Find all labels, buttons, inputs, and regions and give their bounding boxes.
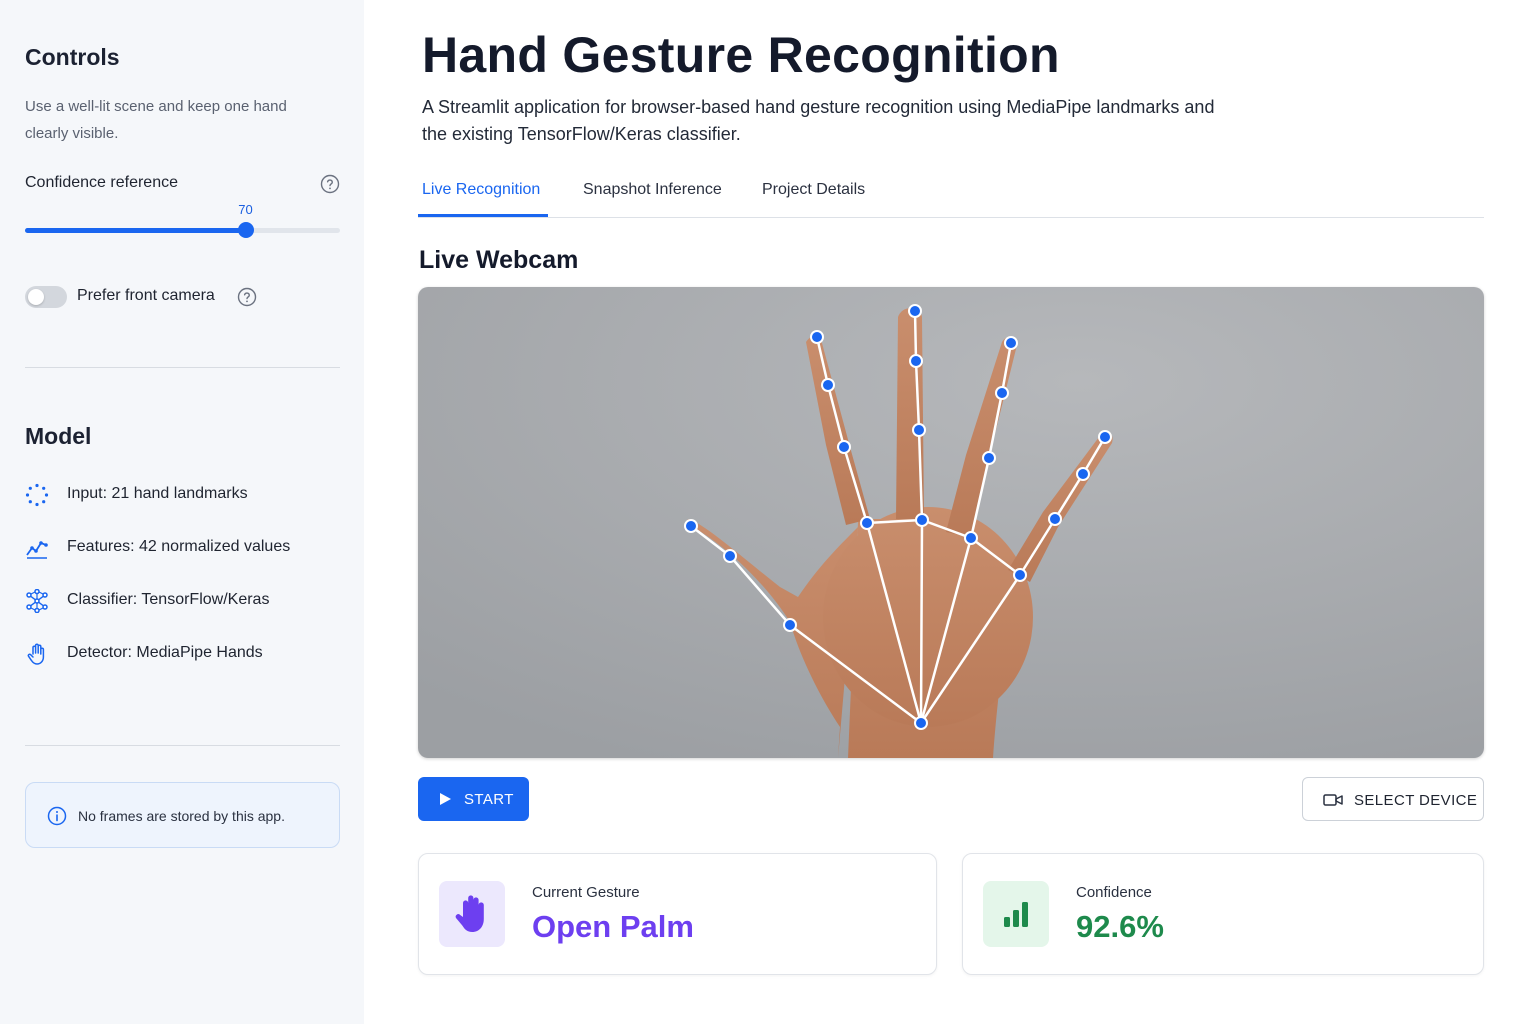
help-icon[interactable]: [237, 287, 257, 307]
landmark-point: [860, 516, 874, 530]
play-icon: [440, 793, 451, 805]
gesture-value: Open Palm: [532, 909, 694, 944]
landmark-point: [914, 716, 928, 730]
info-box: No frames are stored by this app.: [25, 782, 340, 848]
model-item-input: Input: 21 hand landmarks: [25, 482, 345, 508]
front-camera-toggle[interactable]: [25, 286, 67, 308]
landmark-point: [1048, 512, 1062, 526]
landmark-point: [1076, 467, 1090, 481]
signal-bars-icon: [1004, 902, 1028, 927]
model-item-features: Features: 42 normalized values: [25, 535, 345, 561]
video-camera-icon: [1323, 794, 1343, 806]
confidence-slider[interactable]: [25, 222, 340, 238]
section-title: Live Webcam: [419, 246, 579, 274]
model-item-classifier: Classifier: TensorFlow/Keras: [25, 588, 345, 614]
model-item-label: Input: 21 hand landmarks: [67, 485, 248, 502]
slider-thumb[interactable]: [237, 222, 254, 238]
confidence-card: Confidence 92.6%: [962, 853, 1484, 975]
landmark-point: [684, 519, 698, 533]
landmark-point: [912, 423, 926, 437]
page-title: Hand Gesture Recognition: [422, 27, 1060, 83]
confidence-badge: [983, 881, 1049, 947]
sidebar-divider: [25, 367, 340, 368]
slider-value: 70: [238, 202, 253, 217]
confidence-slider-label: Confidence reference: [25, 174, 178, 191]
start-button[interactable]: START: [418, 777, 529, 821]
webcam-feed: [418, 287, 1484, 758]
info-text: No frames are stored by this app.: [78, 808, 285, 824]
model-title: Model: [25, 423, 92, 449]
controls-description: Use a well-lit scene and keep one hand c…: [25, 98, 287, 142]
gesture-label: Current Gesture: [532, 884, 640, 901]
webcam-frame: [418, 287, 1484, 758]
hand-icon: [455, 895, 484, 932]
landmark-point: [1013, 568, 1027, 582]
landmark-point: [810, 330, 824, 344]
tab-live-recognition[interactable]: Live Recognition: [422, 181, 540, 199]
page-subtitle: A Streamlit application for browser-base…: [422, 97, 1215, 144]
toggle-knob: [28, 289, 44, 305]
tab-bar: Live Recognition Snapshot Inference Proj…: [418, 176, 1484, 218]
landmark-point: [964, 531, 978, 545]
confidence-value: 92.6%: [1076, 909, 1164, 944]
sidebar: Controls Use a well-lit scene and keep o…: [0, 0, 364, 1024]
sidebar-divider: [25, 745, 340, 746]
model-item-label: Detector: MediaPipe Hands: [67, 644, 263, 661]
trend-chart-icon: [26, 541, 48, 559]
info-icon: [47, 806, 67, 826]
hand-icon: [27, 643, 45, 665]
front-camera-label: Prefer front camera: [77, 287, 215, 304]
landmark-point: [1098, 430, 1112, 444]
landmark-point: [723, 549, 737, 563]
slider-fill: [25, 228, 246, 233]
landmark-point: [909, 354, 923, 368]
landmark-point: [908, 304, 922, 318]
landmark-point: [915, 513, 929, 527]
landmark-point: [982, 451, 996, 465]
gesture-badge: [439, 881, 505, 947]
tab-snapshot-inference[interactable]: Snapshot Inference: [583, 181, 722, 199]
model-item-detector: Detector: MediaPipe Hands: [25, 641, 345, 667]
model-item-label: Features: 42 normalized values: [67, 538, 291, 555]
select-device-label: SELECT DEVICE: [1354, 792, 1478, 809]
start-button-label: START: [464, 791, 514, 808]
active-tab-indicator: [418, 214, 548, 217]
tab-project-details[interactable]: Project Details: [762, 181, 865, 199]
landmark-point: [995, 386, 1009, 400]
landmark-point: [837, 440, 851, 454]
model-item-label: Classifier: TensorFlow/Keras: [67, 591, 270, 608]
confidence-label: Confidence: [1076, 884, 1152, 901]
landmark-point: [1004, 336, 1018, 350]
neural-network-icon: [26, 589, 48, 613]
help-icon[interactable]: [320, 174, 340, 194]
gesture-card: Current Gesture Open Palm: [418, 853, 937, 975]
landmark-point: [821, 378, 835, 392]
controls-title: Controls: [25, 44, 120, 70]
select-device-button[interactable]: SELECT DEVICE: [1302, 777, 1484, 821]
landmark-point: [783, 618, 797, 632]
landmarks-icon: [25, 483, 49, 507]
